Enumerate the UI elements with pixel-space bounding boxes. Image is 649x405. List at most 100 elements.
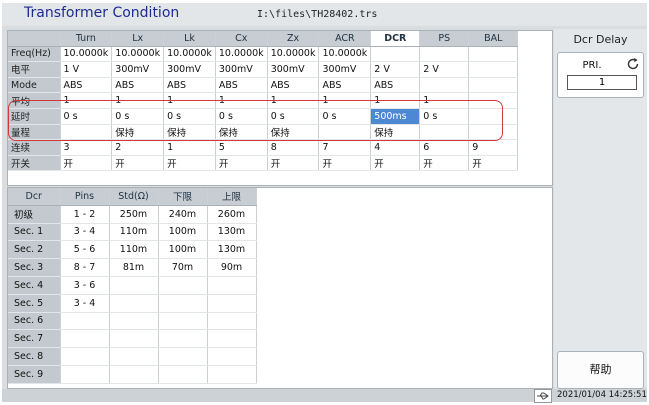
param-cell[interactable]: 保持 bbox=[267, 124, 320, 141]
dcr-cell-pins[interactable] bbox=[60, 347, 110, 366]
param-cell[interactable]: 1 bbox=[215, 92, 268, 109]
param-cell[interactable]: 300mV bbox=[163, 61, 216, 78]
param-cell[interactable]: 开 bbox=[60, 155, 113, 172]
dcr-cell-low[interactable] bbox=[158, 312, 208, 331]
param-cell[interactable] bbox=[370, 46, 421, 63]
dcr-cell-high[interactable]: 130m bbox=[207, 240, 257, 260]
param-cell[interactable]: 1 bbox=[163, 139, 216, 156]
param-column-zx[interactable]: Zx bbox=[267, 31, 320, 47]
param-cell[interactable]: 2 V bbox=[370, 61, 421, 78]
dcr-cell-high[interactable] bbox=[207, 329, 257, 349]
param-cell[interactable]: 0 s bbox=[163, 108, 216, 125]
param-cell[interactable]: 开 bbox=[111, 155, 165, 172]
param-cell[interactable]: ABS bbox=[370, 77, 421, 94]
dcr-cell-high[interactable] bbox=[207, 365, 257, 384]
param-column-ps[interactable]: PS bbox=[419, 31, 470, 47]
param-cell[interactable]: 2 V bbox=[419, 61, 470, 78]
param-cell[interactable]: 5 bbox=[215, 139, 268, 156]
param-cell[interactable]: 保持 bbox=[163, 124, 216, 141]
dcr-cell-high[interactable] bbox=[207, 276, 257, 295]
dcr-cell-low[interactable]: 240m bbox=[158, 205, 208, 224]
param-cell[interactable]: 10.0000k bbox=[318, 46, 372, 63]
param-cell[interactable]: ABS bbox=[318, 77, 372, 94]
param-cell[interactable]: 300mV bbox=[111, 61, 165, 78]
dcr-cell-std[interactable] bbox=[109, 365, 159, 384]
param-cell[interactable] bbox=[468, 92, 519, 109]
param-column-lk[interactable]: Lk bbox=[163, 31, 216, 47]
param-cell[interactable]: 300mV bbox=[267, 61, 320, 78]
param-cell[interactable]: 0 s bbox=[215, 108, 268, 125]
param-cell[interactable]: 保持 bbox=[215, 124, 268, 141]
dcr-cell-high[interactable]: 90m bbox=[207, 258, 257, 277]
param-cell[interactable]: ABS bbox=[215, 77, 268, 94]
param-cell[interactable]: 300mV bbox=[318, 61, 372, 78]
dcr-cell-pins[interactable]: 1 - 2 bbox=[60, 205, 110, 224]
param-cell[interactable]: 1 bbox=[318, 92, 372, 109]
param-cell[interactable]: 10.0000k bbox=[267, 46, 320, 63]
dcr-cell-std[interactable]: 250m bbox=[109, 205, 159, 224]
param-cell[interactable] bbox=[468, 108, 519, 125]
param-cell[interactable]: 300mV bbox=[215, 61, 268, 78]
param-cell[interactable]: 1 bbox=[111, 92, 165, 109]
param-cell[interactable]: 9 bbox=[468, 139, 519, 156]
param-cell[interactable]: ABS bbox=[163, 77, 216, 94]
dcr-cell-std[interactable] bbox=[109, 276, 159, 295]
param-cell[interactable]: 开 bbox=[267, 155, 320, 172]
dcr-cell-pins[interactable]: 3 - 4 bbox=[60, 294, 110, 313]
param-cell[interactable]: 7 bbox=[318, 139, 372, 156]
param-cell[interactable] bbox=[468, 77, 519, 94]
param-column-bal[interactable]: BAL bbox=[468, 31, 519, 47]
dcr-cell-low[interactable]: 100m bbox=[158, 223, 208, 242]
dcr-cell-pins[interactable] bbox=[60, 329, 110, 349]
dcr-cell-low[interactable] bbox=[158, 365, 208, 384]
dcr-cell-low[interactable]: 100m bbox=[158, 240, 208, 260]
param-column-lx[interactable]: Lx bbox=[111, 31, 165, 47]
dcr-cell-low[interactable] bbox=[158, 276, 208, 295]
dcr-cell-high[interactable] bbox=[207, 294, 257, 313]
dcr-cell-low[interactable] bbox=[158, 294, 208, 313]
param-cell[interactable]: ABS bbox=[60, 77, 113, 94]
param-cell[interactable] bbox=[419, 124, 470, 141]
dcr-cell-high[interactable]: 260m bbox=[207, 205, 257, 224]
param-cell[interactable]: 10.0000k bbox=[111, 46, 165, 63]
dcr-cell-high[interactable]: 130m bbox=[207, 223, 257, 242]
param-cell[interactable] bbox=[468, 124, 519, 141]
param-cell-selected[interactable]: 500ms bbox=[370, 108, 421, 125]
dcr-cell-low[interactable]: 70m bbox=[158, 258, 208, 277]
dcr-cell-high[interactable] bbox=[207, 347, 257, 366]
param-cell[interactable]: 1 V bbox=[60, 61, 113, 78]
dcr-cell-pins[interactable] bbox=[60, 312, 110, 331]
dcr-cell-low[interactable] bbox=[158, 329, 208, 349]
param-cell[interactable]: 6 bbox=[419, 139, 470, 156]
dcr-cell-pins[interactable]: 3 - 4 bbox=[60, 223, 110, 242]
param-cell[interactable]: 开 bbox=[215, 155, 268, 172]
dcr-cell-std[interactable]: 81m bbox=[109, 258, 159, 277]
winding-selector-button[interactable]: PRI. 1 bbox=[557, 52, 644, 98]
param-column-turn[interactable]: Turn bbox=[60, 31, 113, 47]
param-cell[interactable]: 开 bbox=[318, 155, 372, 172]
param-cell[interactable]: 8 bbox=[267, 139, 320, 156]
param-cell[interactable]: 2 bbox=[111, 139, 165, 156]
dcr-cell-std[interactable] bbox=[109, 347, 159, 366]
help-button[interactable]: 帮助 bbox=[557, 351, 644, 389]
param-cell[interactable]: 1 bbox=[419, 92, 470, 109]
param-cell[interactable]: 0 s bbox=[267, 108, 320, 125]
param-cell[interactable]: 开 bbox=[370, 155, 421, 172]
param-cell[interactable]: 1 bbox=[267, 92, 320, 109]
param-cell[interactable] bbox=[318, 124, 372, 141]
refresh-icon[interactable] bbox=[626, 57, 640, 71]
param-cell[interactable]: 保持 bbox=[111, 124, 165, 141]
dcr-cell-std[interactable]: 110m bbox=[109, 240, 159, 260]
dcr-cell-low[interactable] bbox=[158, 347, 208, 366]
param-cell[interactable]: 0 s bbox=[111, 108, 165, 125]
param-cell[interactable]: 1 bbox=[370, 92, 421, 109]
param-column-cx[interactable]: Cx bbox=[215, 31, 268, 47]
dcr-cell-pins[interactable] bbox=[60, 365, 110, 384]
dcr-cell-std[interactable] bbox=[109, 329, 159, 349]
dcr-cell-pins[interactable]: 5 - 6 bbox=[60, 240, 110, 260]
param-cell[interactable]: 开 bbox=[468, 155, 519, 172]
param-cell[interactable]: 0 s bbox=[419, 108, 470, 125]
winding-selector-value[interactable]: 1 bbox=[567, 75, 637, 90]
param-cell[interactable]: ABS bbox=[267, 77, 320, 94]
param-cell[interactable] bbox=[419, 46, 470, 63]
